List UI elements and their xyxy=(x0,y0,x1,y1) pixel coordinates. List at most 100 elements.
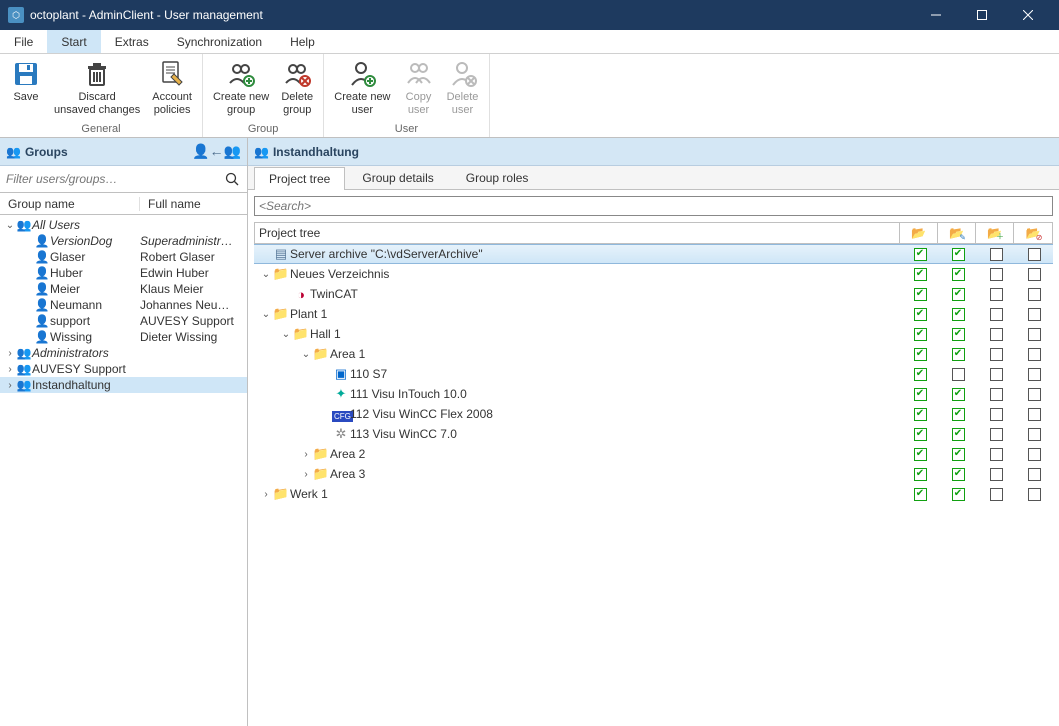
tab-group-roles[interactable]: Group roles xyxy=(451,166,544,189)
pt-col-perm-delete[interactable]: 📂⊘ xyxy=(1014,223,1052,243)
group-row[interactable]: ›👥Instandhaltung xyxy=(0,377,247,393)
menu-synchronization[interactable]: Synchronization xyxy=(163,30,276,53)
pt-col-perm-add[interactable]: 📂＋ xyxy=(976,223,1014,243)
project-tree-body[interactable]: ▤Server archive "C:\vdServerArchive"⌄📁Ne… xyxy=(254,244,1053,720)
permission-checkbox-0[interactable] xyxy=(914,328,927,341)
expander-icon[interactable]: ⌄ xyxy=(300,349,312,360)
user-row[interactable]: 👤VersionDogSuperadministr… xyxy=(0,233,247,249)
search-icon[interactable] xyxy=(221,172,243,186)
permission-checkbox-2[interactable] xyxy=(990,288,1003,301)
expander-icon[interactable]: › xyxy=(300,469,312,480)
permission-checkbox-1[interactable] xyxy=(952,468,965,481)
expander-icon[interactable]: ⌄ xyxy=(260,269,272,280)
project-tree-row[interactable]: ▤Server archive "C:\vdServerArchive" xyxy=(254,244,1053,264)
project-tree-row[interactable]: ▣110 S7 xyxy=(254,364,1053,384)
permission-checkbox-3[interactable] xyxy=(1028,488,1041,501)
permission-checkbox-0[interactable] xyxy=(914,428,927,441)
permission-checkbox-1[interactable] xyxy=(952,388,965,401)
permission-checkbox-1[interactable] xyxy=(952,288,965,301)
project-tree-row[interactable]: ›📁Werk 1 xyxy=(254,484,1053,504)
expander-icon[interactable]: › xyxy=(4,348,16,359)
menu-start[interactable]: Start xyxy=(47,30,100,53)
permission-checkbox-1[interactable] xyxy=(952,408,965,421)
permission-checkbox-2[interactable] xyxy=(990,488,1003,501)
expander-icon[interactable]: ⌄ xyxy=(260,309,272,320)
permission-checkbox-2[interactable] xyxy=(990,368,1003,381)
permission-checkbox-0[interactable] xyxy=(914,248,927,261)
permission-checkbox-1[interactable] xyxy=(952,348,965,361)
group-row[interactable]: ⌄👥All Users xyxy=(0,217,247,233)
permission-checkbox-0[interactable] xyxy=(914,348,927,361)
user-row[interactable]: 👤supportAUVESY Support xyxy=(0,313,247,329)
permission-checkbox-3[interactable] xyxy=(1028,388,1041,401)
user-row[interactable]: 👤GlaserRobert Glaser xyxy=(0,249,247,265)
project-tree-row[interactable]: ✲113 Visu WinCC 7.0 xyxy=(254,424,1053,444)
expander-icon[interactable]: ⌄ xyxy=(4,220,16,231)
permission-checkbox-2[interactable] xyxy=(990,248,1003,261)
permission-checkbox-3[interactable] xyxy=(1028,368,1041,381)
filter-input[interactable] xyxy=(4,168,221,190)
permission-checkbox-3[interactable] xyxy=(1028,328,1041,341)
permission-checkbox-1[interactable] xyxy=(952,488,965,501)
permission-checkbox-1[interactable] xyxy=(952,428,965,441)
user-row[interactable]: 👤NeumannJohannes Neu… xyxy=(0,297,247,313)
ribbon-newuser-button[interactable]: Create new user xyxy=(328,56,396,118)
project-tree-row[interactable]: ›📁Area 3 xyxy=(254,464,1053,484)
menu-file[interactable]: File xyxy=(0,30,47,53)
pt-col-perm-open[interactable]: 📂 xyxy=(900,223,938,243)
permission-checkbox-0[interactable] xyxy=(914,388,927,401)
menu-extras[interactable]: Extras xyxy=(101,30,163,53)
permission-checkbox-0[interactable] xyxy=(914,408,927,421)
permission-checkbox-2[interactable] xyxy=(990,408,1003,421)
project-tree-row[interactable]: CFG112 Visu WinCC Flex 2008 xyxy=(254,404,1053,424)
expander-icon[interactable]: › xyxy=(260,489,272,500)
permission-checkbox-3[interactable] xyxy=(1028,408,1041,421)
permission-checkbox-0[interactable] xyxy=(914,268,927,281)
tab-group-details[interactable]: Group details xyxy=(347,166,448,189)
permission-checkbox-3[interactable] xyxy=(1028,448,1041,461)
permission-checkbox-3[interactable] xyxy=(1028,288,1041,301)
minimize-button[interactable] xyxy=(913,0,959,30)
permission-checkbox-2[interactable] xyxy=(990,308,1003,321)
ribbon-newgroup-button[interactable]: Create new group xyxy=(207,56,275,118)
permission-checkbox-2[interactable] xyxy=(990,328,1003,341)
project-tree-row[interactable]: ⌄📁Hall 1 xyxy=(254,324,1053,344)
menu-help[interactable]: Help xyxy=(276,30,329,53)
project-tree-row[interactable]: ›📁Area 2 xyxy=(254,444,1053,464)
permission-checkbox-0[interactable] xyxy=(914,488,927,501)
groups-tree[interactable]: ⌄👥All Users👤VersionDogSuperadministr…👤Gl… xyxy=(0,215,247,726)
maximize-button[interactable] xyxy=(959,0,1005,30)
group-row[interactable]: ›👥AUVESY Support xyxy=(0,361,247,377)
permission-checkbox-0[interactable] xyxy=(914,468,927,481)
project-search-input[interactable] xyxy=(254,196,1053,216)
assign-user-icon[interactable]: 👤←👥 xyxy=(192,143,241,160)
ribbon-delgroup-button[interactable]: Delete group xyxy=(275,56,319,118)
project-tree-row[interactable]: ◑TwinCAT xyxy=(254,284,1053,304)
pt-col-tree[interactable]: Project tree xyxy=(255,223,900,243)
user-row[interactable]: 👤WissingDieter Wissing xyxy=(0,329,247,345)
permission-checkbox-1[interactable] xyxy=(952,368,965,381)
col-full-name[interactable]: Full name xyxy=(140,197,247,211)
permission-checkbox-2[interactable] xyxy=(990,448,1003,461)
expander-icon[interactable]: ⌄ xyxy=(280,329,292,340)
permission-checkbox-0[interactable] xyxy=(914,288,927,301)
permission-checkbox-3[interactable] xyxy=(1028,348,1041,361)
project-tree-row[interactable]: ⌄📁Area 1 xyxy=(254,344,1053,364)
permission-checkbox-2[interactable] xyxy=(990,348,1003,361)
permission-checkbox-0[interactable] xyxy=(914,308,927,321)
project-tree-row[interactable]: ✦111 Visu InTouch 10.0 xyxy=(254,384,1053,404)
permission-checkbox-0[interactable] xyxy=(914,448,927,461)
ribbon-policies-button[interactable]: Account policies xyxy=(146,56,198,118)
pt-col-perm-edit[interactable]: 📂✎ xyxy=(938,223,976,243)
permission-checkbox-2[interactable] xyxy=(990,268,1003,281)
permission-checkbox-3[interactable] xyxy=(1028,468,1041,481)
permission-checkbox-1[interactable] xyxy=(952,448,965,461)
col-group-name[interactable]: Group name xyxy=(0,197,140,211)
group-row[interactable]: ›👥Administrators xyxy=(0,345,247,361)
permission-checkbox-3[interactable] xyxy=(1028,268,1041,281)
permission-checkbox-2[interactable] xyxy=(990,468,1003,481)
user-row[interactable]: 👤HuberEdwin Huber xyxy=(0,265,247,281)
tab-project-tree[interactable]: Project tree xyxy=(254,167,345,190)
permission-checkbox-2[interactable] xyxy=(990,388,1003,401)
permission-checkbox-3[interactable] xyxy=(1028,248,1041,261)
